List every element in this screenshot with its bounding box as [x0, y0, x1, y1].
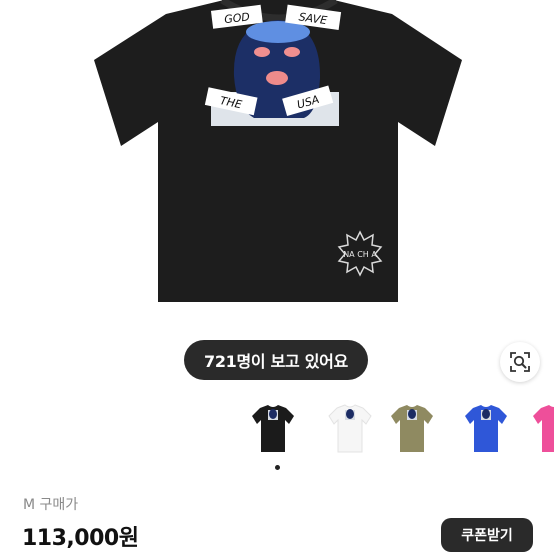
tshirt-illustration: GOD SAVE THE USA NA CH A [94, 0, 462, 302]
color-thumbnail-white[interactable] [322, 400, 378, 456]
color-thumbnail-olive[interactable] [384, 400, 440, 456]
coupon-button[interactable]: 쿠폰받기 [441, 518, 533, 552]
color-thumbnail-blue[interactable] [458, 400, 514, 456]
tshirt-thumbnail [391, 405, 433, 452]
lens-search-button[interactable] [500, 342, 540, 382]
thumbnail-page-dot [275, 465, 280, 470]
color-thumbnail-black[interactable] [245, 400, 301, 456]
viewers-count-badge: 721명이 보고 있어요 [184, 340, 368, 380]
tshirt-thumbnail [465, 405, 507, 452]
product-hero-image[interactable]: GOD SAVE THE USA NA CH A [0, 0, 554, 330]
tshirt-thumbnail [252, 405, 294, 452]
lens-search-icon [510, 352, 530, 372]
purchase-price-label: M 구매가 [23, 497, 79, 513]
viewers-count-text: 721명이 보고 있어요 [204, 352, 348, 371]
tshirt-thumbnail [533, 405, 554, 452]
product-price: 113,000원 [22, 526, 139, 551]
svg-text:NA CH A: NA CH A [343, 250, 377, 259]
tshirt-thumbnail [328, 404, 372, 453]
color-thumbnail-pink[interactable] [526, 400, 554, 456]
